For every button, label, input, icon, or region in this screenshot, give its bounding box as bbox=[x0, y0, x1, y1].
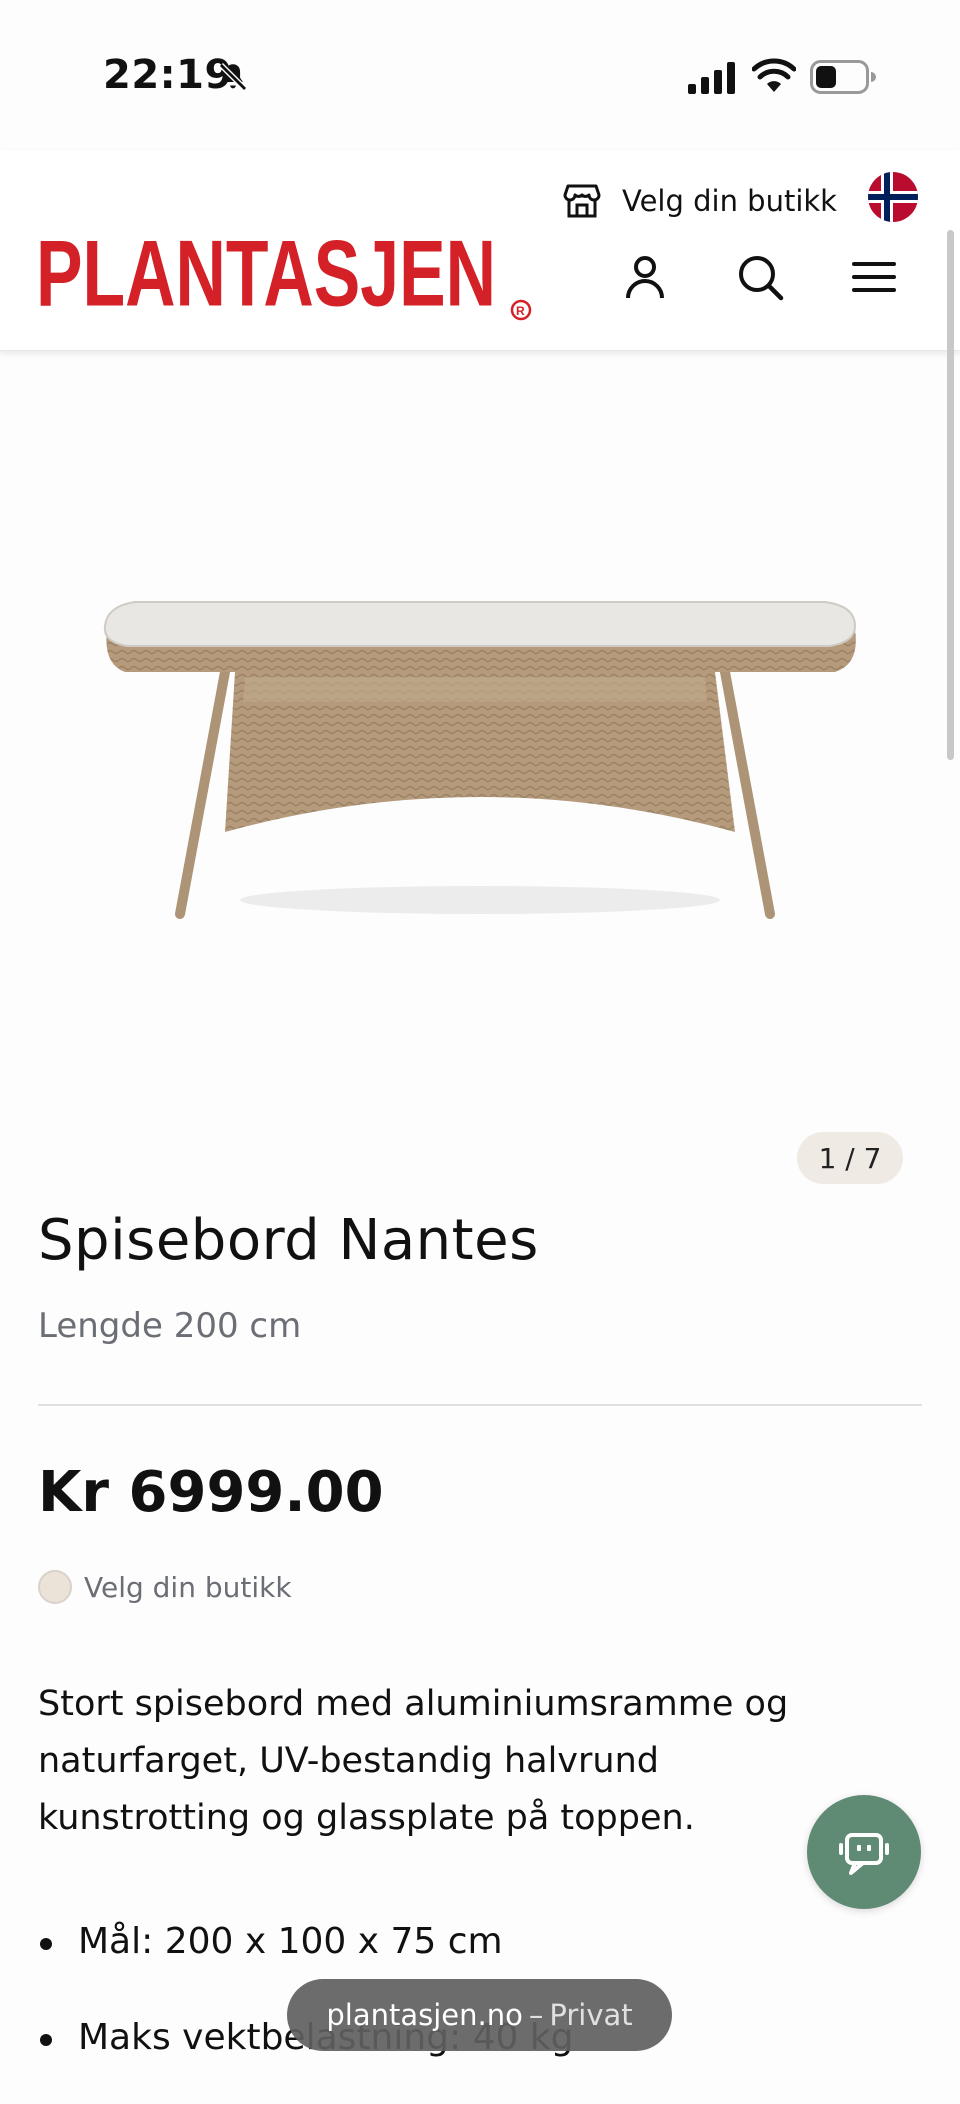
cellular-signal-icon bbox=[688, 62, 735, 94]
chat-bot-icon bbox=[839, 1833, 889, 1875]
plantasjen-logo[interactable]: PLANTASJEN R bbox=[36, 232, 536, 322]
battery-icon bbox=[810, 60, 876, 94]
chat-button[interactable] bbox=[807, 1795, 921, 1909]
gallery-counter: 1 / 7 bbox=[797, 1132, 903, 1184]
url-host: plantasjen.no bbox=[326, 1998, 523, 2032]
product-image bbox=[103, 601, 857, 919]
product-description: Stort spisebord med aluminiumsramme og n… bbox=[38, 1684, 789, 1838]
status-time: 22:19 bbox=[103, 52, 233, 98]
wifi-icon bbox=[752, 58, 796, 92]
store-radio[interactable] bbox=[38, 1570, 72, 1604]
svg-text:R: R bbox=[516, 304, 525, 318]
store-icon bbox=[563, 184, 601, 218]
product-image-gallery[interactable] bbox=[0, 352, 960, 1182]
search-icon[interactable] bbox=[735, 252, 785, 302]
status-bar: 22:19 bbox=[0, 0, 960, 150]
site-header: Velg din butikk PLANTASJEN R bbox=[0, 150, 960, 351]
private-mode-label: Privat bbox=[549, 1998, 633, 2032]
menu-icon[interactable] bbox=[849, 252, 899, 302]
store-availability-label: Velg din butikk bbox=[84, 1570, 292, 1604]
store-selector-link[interactable]: Velg din butikk bbox=[562, 176, 837, 226]
browser-url-bar[interactable]: plantasjen.no – Privat bbox=[287, 1979, 672, 2051]
bell-muted-icon bbox=[218, 62, 248, 92]
url-separator: – bbox=[528, 1998, 544, 2032]
product-price: Kr 6999.00 bbox=[38, 1460, 384, 1525]
product-subtitle: Lengde 200 cm bbox=[38, 1306, 302, 1346]
svg-text:PLANTASJEN: PLANTASJEN bbox=[36, 232, 496, 322]
store-selector-label: Velg din butikk bbox=[622, 184, 837, 218]
divider bbox=[38, 1404, 922, 1406]
product-title: Spisebord Nantes bbox=[38, 1208, 539, 1273]
store-availability-selector[interactable]: Velg din butikk bbox=[38, 1570, 292, 1604]
norway-flag-icon[interactable] bbox=[868, 172, 918, 222]
user-icon[interactable] bbox=[620, 252, 670, 302]
